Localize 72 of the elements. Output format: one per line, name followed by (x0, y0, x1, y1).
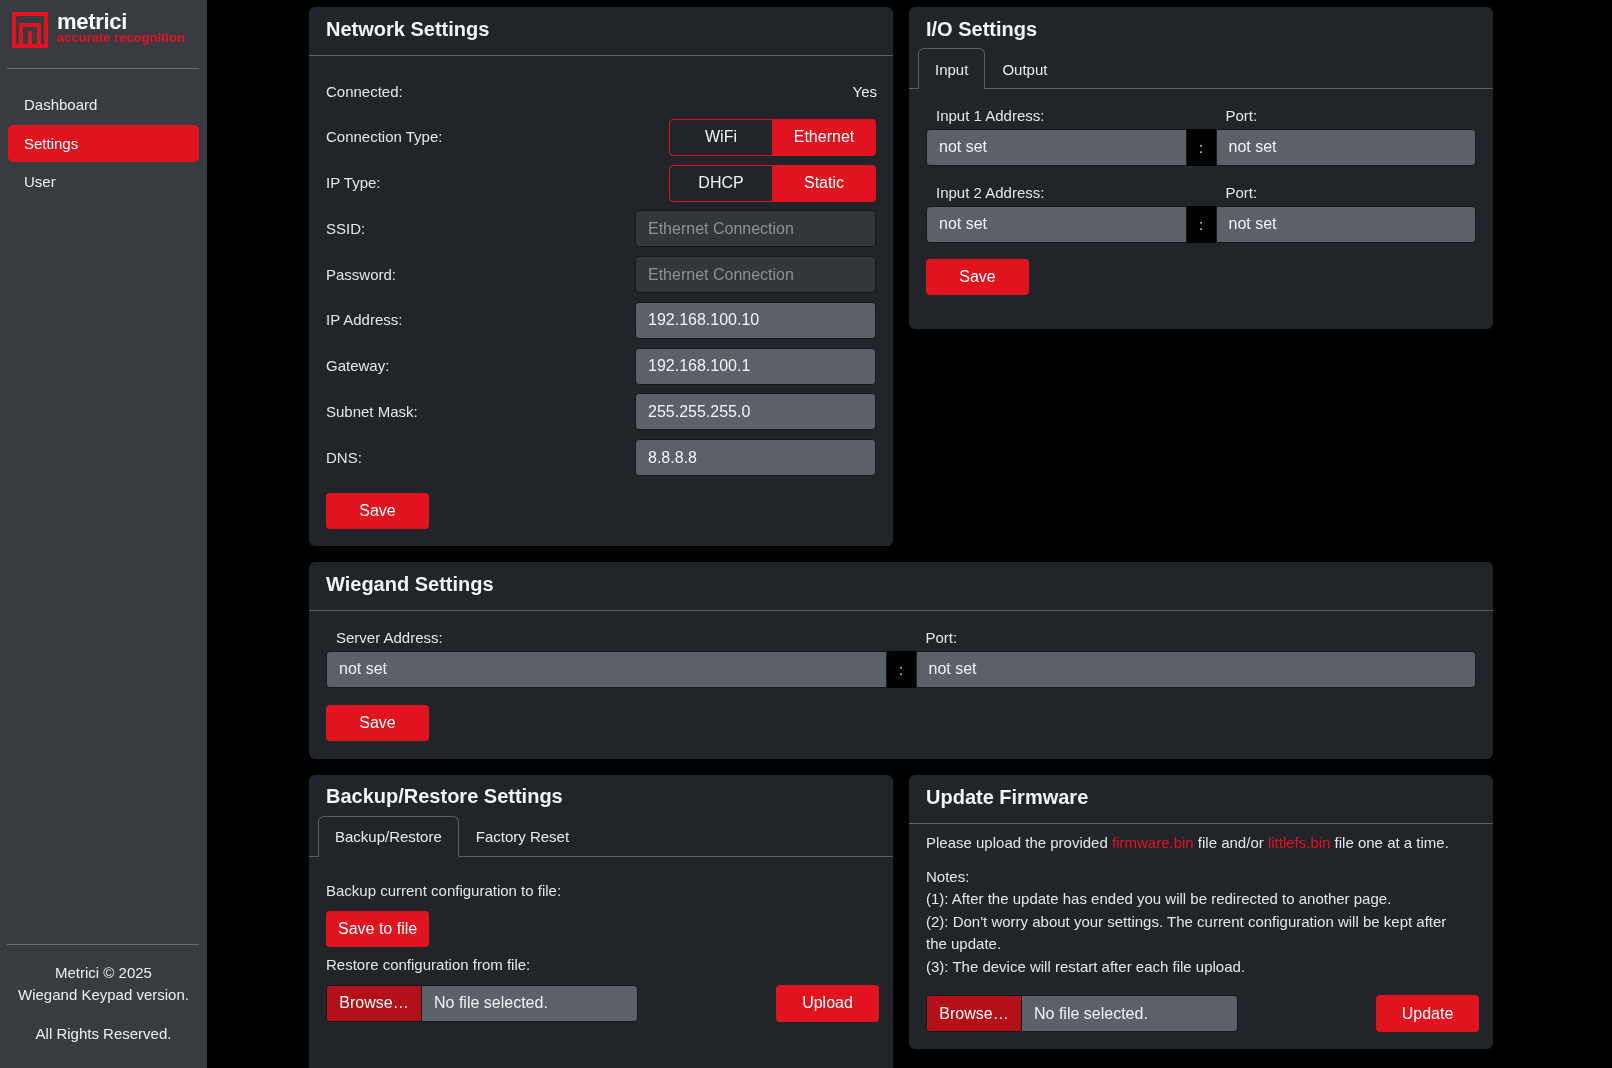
field-label: Connection Type: (326, 127, 443, 148)
nav-item[interactable]: Dashboard (8, 86, 199, 123)
save-button[interactable]: Save (926, 259, 1029, 295)
card-title: Wiegand Settings (326, 572, 494, 596)
field-label: Port: (1224, 106, 1259, 126)
card-title: I/O Settings (926, 16, 1038, 41)
browse-button[interactable]: Browse… (327, 985, 422, 1021)
field-label: Port: (1224, 183, 1259, 203)
file-status-text: No file selected. (433, 993, 549, 1013)
restore-label: Restore configuration from file: (326, 954, 531, 975)
backup-label: Backup current configuration to file: (326, 880, 562, 901)
colon-separator: : (1186, 128, 1216, 166)
note-text: (3): The device will restart after each file upload. (926, 956, 1247, 977)
segment-button[interactable]: DHCP (669, 164, 773, 202)
field-label: IP Type: (326, 173, 381, 193)
field-label: Gateway: (326, 356, 390, 376)
address-input[interactable]: not set (926, 128, 1187, 166)
text-input[interactable]: 8.8.8.8 (635, 439, 876, 476)
segment-button[interactable]: Ethernet (773, 118, 876, 156)
note-text: (2): Don't worry about your settings. The current configuration will be kept after the update. (926, 911, 1448, 954)
field-label: SSID: (326, 218, 366, 239)
tab[interactable]: Input (918, 48, 986, 89)
logo-tagline: accurate recognition (57, 31, 185, 45)
port-input[interactable]: not set (1215, 205, 1476, 243)
address-input[interactable]: not set (926, 205, 1187, 243)
field-label: Subnet Mask: (326, 401, 418, 422)
text-input[interactable]: 255.255.255.0 (635, 393, 876, 431)
file-link[interactable]: littlefs.bin (1267, 833, 1331, 851)
browse-button[interactable]: Browse… (927, 996, 1022, 1031)
save-to-file-button[interactable]: Save to file (326, 910, 430, 947)
port-input[interactable]: not set (1215, 128, 1476, 166)
port-input[interactable]: not set (915, 650, 1476, 688)
notes-heading: Notes: (926, 866, 971, 887)
nav-item[interactable]: User (8, 163, 199, 200)
card-title: Update Firmware (926, 784, 1089, 809)
tab[interactable]: Backup/Restore (318, 815, 459, 857)
logo-wordmark: metrici (57, 12, 128, 32)
field-label: Port: (924, 628, 959, 648)
tab[interactable]: Factory Reset (458, 815, 587, 857)
footer-text: All Rights Reserved. (35, 1023, 172, 1044)
upload-button[interactable]: Upload (776, 984, 879, 1022)
file-input[interactable]: Browse… No file selected. (326, 984, 638, 1022)
colon-separator: : (1186, 205, 1216, 243)
save-button[interactable]: Save (326, 704, 429, 741)
save-button[interactable]: Save (326, 493, 429, 529)
status-text: Yes (852, 83, 877, 100)
field-label: Input 2 Address: (935, 183, 1046, 203)
file-status-text: No file selected. (1033, 1003, 1149, 1024)
field-label: Password: (326, 264, 397, 285)
field-label: DNS: (326, 447, 362, 468)
text-input[interactable]: 192.168.100.1 (635, 347, 876, 385)
logo-icon (12, 12, 48, 48)
field-label: Input 1 Address: (935, 106, 1046, 126)
segment-button[interactable]: WiFi (669, 118, 773, 156)
tab[interactable]: Output (985, 48, 1065, 89)
field-label: Connected: (326, 81, 403, 102)
colon-separator: : (886, 650, 916, 688)
footer-text: Metrici © 2025 (55, 962, 152, 983)
card-title: Network Settings (326, 17, 490, 41)
text-input[interactable]: 192.168.100.10 (635, 301, 876, 339)
card-title: Backup/Restore Settings (326, 784, 563, 808)
field-label: Server Address: (335, 628, 444, 648)
update-button[interactable]: Update (1376, 995, 1479, 1032)
note-text: (1): After the update has ended you will be redirected to another page. (926, 889, 1393, 909)
instructions-text: Please upload the provided firmware.bin file and/or littlefs.bin file one at a time. (926, 832, 1450, 853)
segment-button[interactable]: Static (773, 164, 876, 202)
address-input[interactable]: not set (326, 650, 887, 688)
file-link[interactable]: firmware.bin (1112, 833, 1194, 851)
footer-text: Wiegand Keypad version. (18, 985, 189, 1005)
file-input[interactable]: Browse… No file selected. (926, 995, 1238, 1032)
field-label: IP Address: (326, 310, 403, 331)
nav-item[interactable]: Settings (8, 124, 199, 162)
